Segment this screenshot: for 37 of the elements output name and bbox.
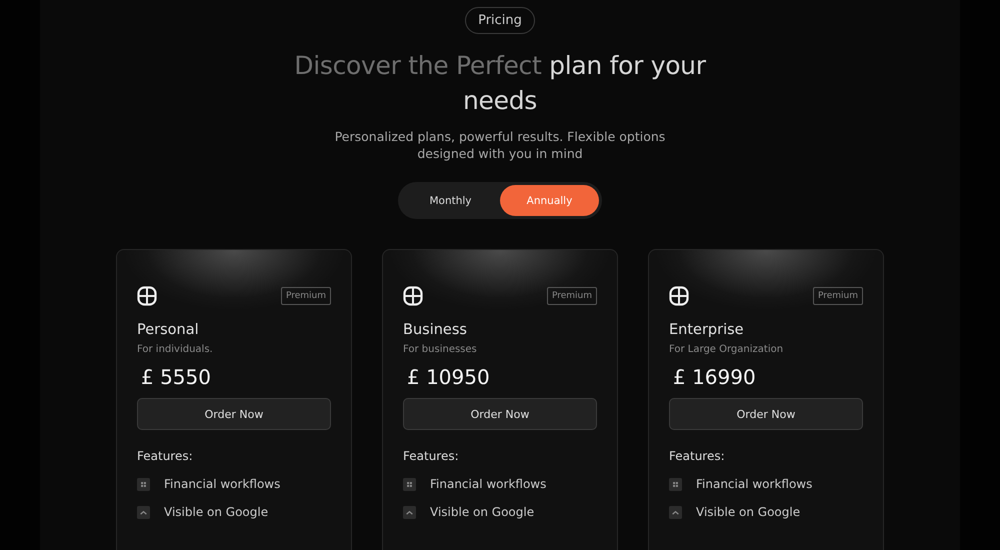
plan-price: £ 10950: [406, 365, 491, 389]
subtitle: Personalized plans, powerful results. Flexible options designed with you in mind: [334, 128, 666, 162]
feature-label: Visible on Google: [164, 505, 268, 519]
premium-tag: Premium: [280, 287, 331, 305]
feature-label: Visible on Google: [696, 505, 800, 519]
globe-icon: [137, 286, 157, 306]
chevron-icon: [669, 506, 682, 518]
features-heading: Features:: [137, 449, 194, 463]
plan-audience: For businesses: [403, 344, 478, 355]
features-heading: Features:: [669, 449, 726, 463]
plan-price: £ 5550: [140, 365, 212, 389]
feature-label: Financial workflows: [696, 477, 812, 491]
plan-audience: For Large Organization: [669, 344, 784, 355]
globe-icon: [403, 286, 423, 306]
grid-icon: [403, 478, 416, 490]
feature-label: Financial workflows: [430, 477, 546, 491]
order-button[interactable]: Order Now: [137, 398, 331, 430]
premium-tag: Premium: [812, 287, 863, 305]
pricing-badge: Pricing: [465, 7, 535, 34]
chevron-icon: [403, 506, 416, 518]
features-heading: Features:: [403, 449, 460, 463]
premium-tag: Premium: [546, 287, 597, 305]
plan-name: Business: [403, 322, 468, 338]
globe-icon: [669, 286, 689, 306]
feature-label: Visible on Google: [430, 505, 534, 519]
plan-audience: For individuals.: [137, 344, 214, 355]
grid-icon: [137, 478, 150, 490]
plan-price: £ 16990: [672, 365, 757, 389]
plan-name: Personal: [137, 322, 200, 338]
billing-option[interactable]: Monthly: [401, 185, 500, 216]
feature-label: Financial workflows: [164, 477, 280, 491]
chevron-icon: [137, 506, 150, 518]
plan-name: Enterprise: [669, 322, 745, 338]
order-button[interactable]: Order Now: [403, 398, 597, 430]
grid-icon: [669, 478, 682, 490]
order-button[interactable]: Order Now: [669, 398, 863, 430]
page-heading: Discover the Perfect plan for your needs: [293, 50, 707, 117]
